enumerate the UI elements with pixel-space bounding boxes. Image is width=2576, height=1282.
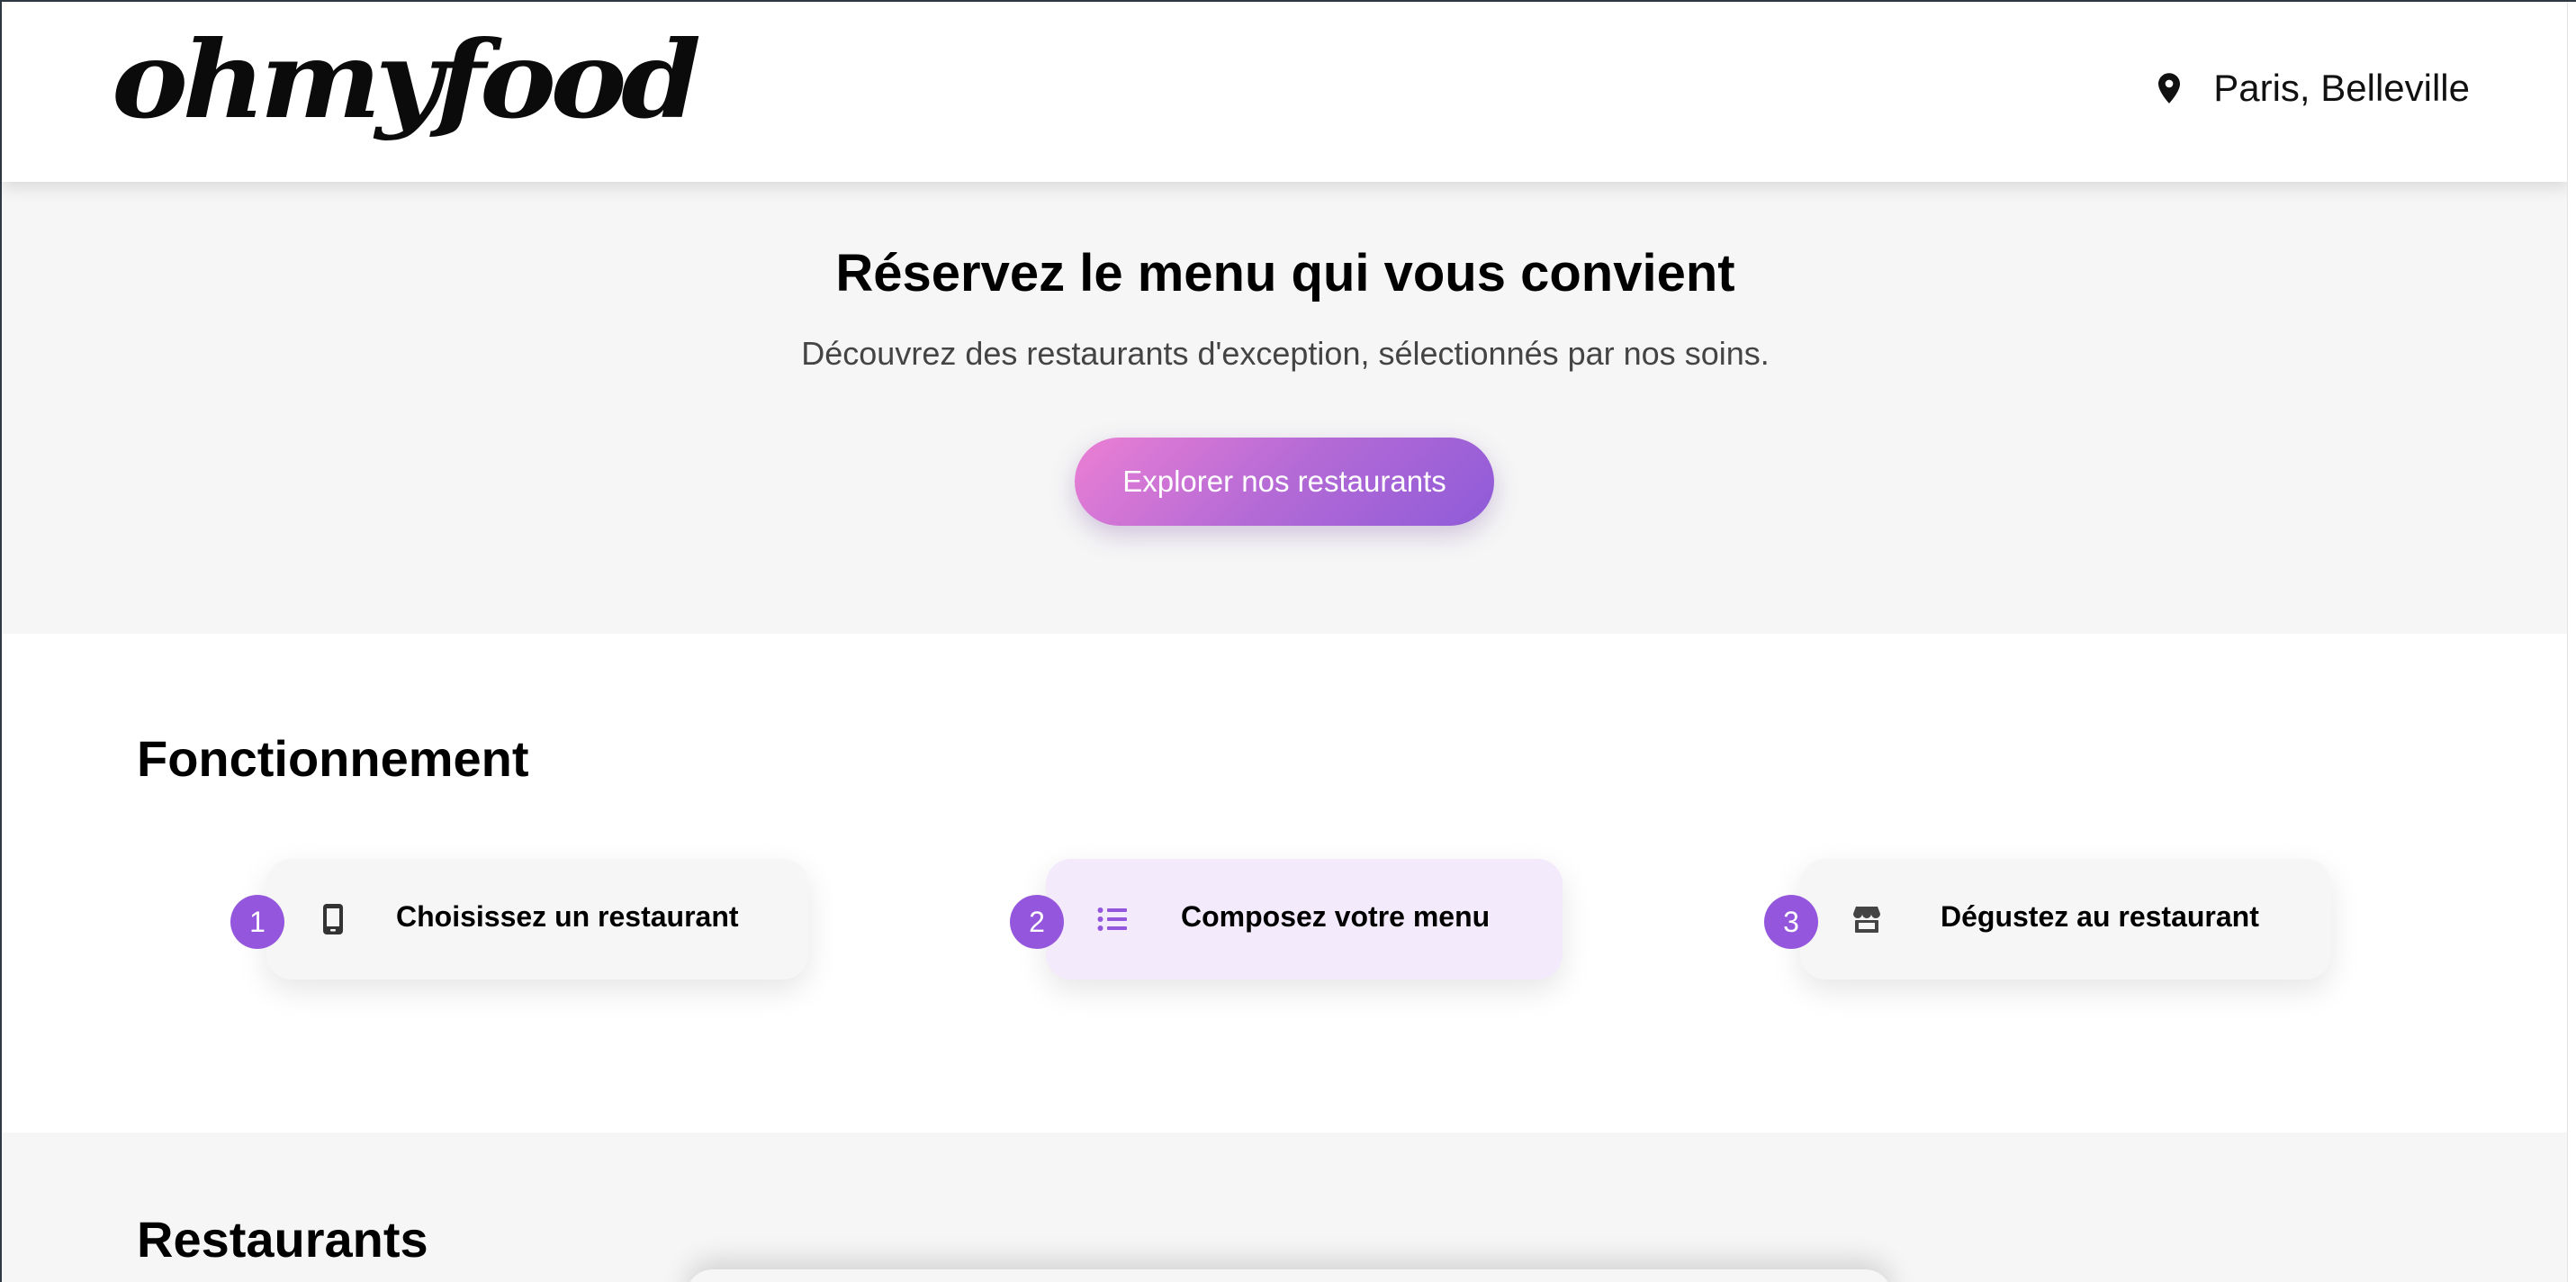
restaurant-card[interactable]	[686, 1269, 1892, 1282]
storefront-icon	[1849, 901, 1885, 937]
hero-title: Réservez le menu qui vous convient	[835, 244, 1735, 302]
how-it-works-section: Fonctionnement 1 Choisissez un restauran…	[2, 634, 2569, 1133]
step-label: Composez votre menu	[1181, 900, 1491, 933]
step-card-1[interactable]: 1 Choisissez un restaurant	[230, 859, 808, 980]
hero-subtitle: Découvrez des restaurants d'exception, s…	[801, 335, 1770, 372]
location-indicator[interactable]: Paris, Belleville	[2156, 67, 2470, 110]
hero-section: Réservez le menu qui vous convient Décou…	[2, 182, 2569, 634]
step-label: Dégustez au restaurant	[1941, 900, 2259, 933]
smartphone-icon	[315, 901, 351, 937]
location-text: Paris, Belleville	[2213, 67, 2470, 109]
step-number-badge: 2	[1010, 895, 1064, 949]
list-icon	[1094, 901, 1130, 937]
step-card-2[interactable]: 2 Composez votre menu	[1010, 859, 1563, 980]
step-card-3[interactable]: 3 Dégustez au restaurant	[1764, 859, 2331, 980]
step-label: Choisissez un restaurant	[396, 900, 739, 933]
scrollbar-track[interactable]	[2567, 2, 2576, 1282]
logo[interactable]: ohmyfood	[112, 27, 701, 133]
step-number-badge: 3	[1764, 895, 1818, 949]
explore-restaurants-button[interactable]: Explorer nos restaurants	[1075, 438, 1494, 526]
restaurants-section: Restaurants	[2, 1133, 2569, 1282]
section-title-restaurants: Restaurants	[137, 1211, 428, 1268]
section-title-fonctionnement: Fonctionnement	[137, 730, 529, 787]
site-header: ohmyfood Paris, Belleville	[2, 2, 2569, 182]
map-pin-icon	[2158, 73, 2181, 104]
step-number-badge: 1	[230, 895, 284, 949]
